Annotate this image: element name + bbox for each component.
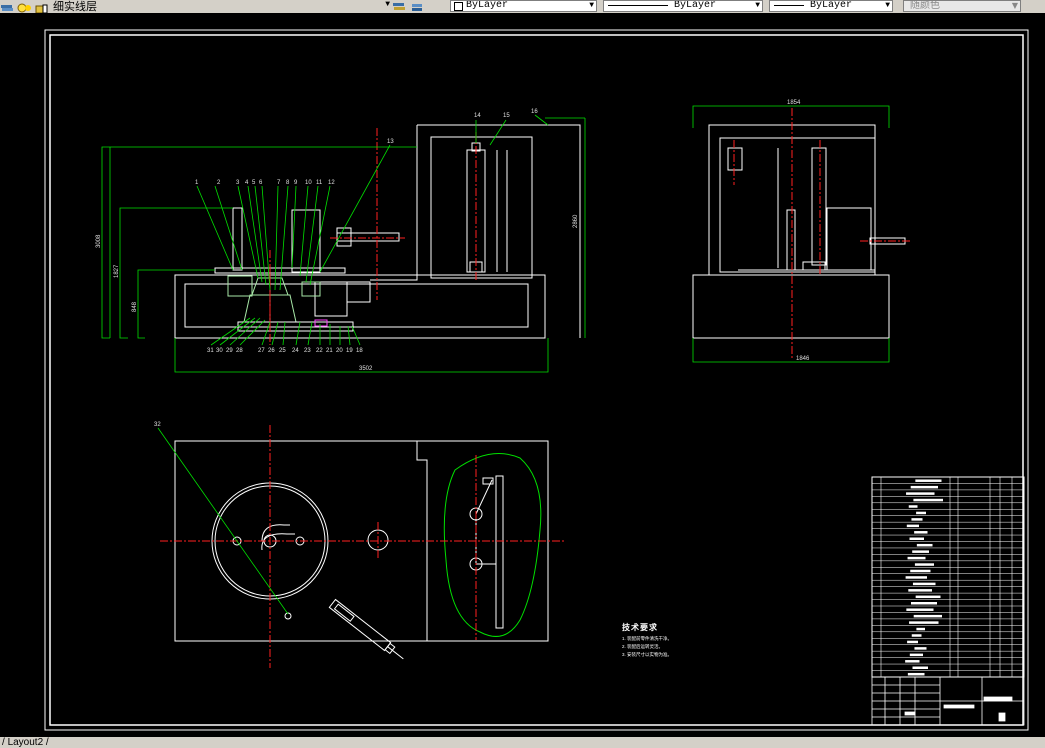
bom-table — [871, 476, 1025, 678]
side-dimension-texts: 1854 1846 — [787, 100, 810, 362]
lineweight-combo[interactable]: ByLayer ▼ — [769, 0, 893, 12]
callout-label: 3 — [236, 180, 240, 186]
plan-view — [174, 440, 549, 660]
technical-requirements: 技术要求 1. 装配前零件清洗干净。 2. 装配后运转灵活。 3. 安装尺寸以实… — [622, 622, 672, 658]
chevron-down-icon: ▼ — [755, 1, 760, 10]
tab-layout2-label: Layout2 — [7, 737, 44, 748]
linetype-combo[interactable]: ByLayer ▼ — [603, 0, 763, 12]
front-callouts-top: 1 2 3 4 5 6 7 8 9 10 11 12 13 14 15 16 — [195, 109, 538, 186]
callout-label: 14 — [474, 113, 481, 119]
callout-label: 22 — [316, 348, 323, 354]
lineweight-combo-value: ByLayer — [810, 0, 853, 11]
side-centerlines — [733, 108, 910, 360]
plan-centerlines — [160, 425, 565, 668]
front-callouts-bottom: 31 30 29 28 27 26 25 24 23 22 21 20 19 1… — [207, 348, 363, 354]
side-view — [692, 124, 906, 339]
dim-side-bottom: 1846 — [796, 356, 810, 362]
callout-label: 27 — [258, 348, 265, 354]
status-bar: / Layout2 / — [0, 737, 1045, 748]
callout-label: 2 — [217, 180, 221, 186]
front-dimensions — [101, 114, 586, 373]
toolbar: 细实线层 ▼ ByLayer ▼ ByLayer ▼ ByLayer ▼ 随颜色 ▼ — [0, 0, 1045, 13]
sheet-border — [44, 29, 1029, 731]
layer-previous-icon[interactable] — [410, 0, 424, 11]
callout-label: 4 — [245, 180, 249, 186]
side-dimensions — [692, 105, 890, 363]
drawing-frame — [49, 34, 1024, 726]
plan-callout: 32 — [154, 422, 161, 428]
callout-label: 18 — [356, 348, 363, 354]
callout-label: 31 — [207, 348, 214, 354]
tech-note: 1. 装配前零件清洗干净。 — [622, 635, 672, 642]
callout-label: 16 — [531, 109, 538, 115]
layer-dropdown-icon[interactable]: ▼ — [382, 0, 392, 12]
color-combo[interactable]: ByLayer ▼ — [450, 0, 597, 12]
color-combo-value: ByLayer — [466, 0, 509, 11]
chevron-down-icon: ▼ — [589, 1, 594, 10]
tech-note: 3. 安装尺寸以实物为准。 — [622, 651, 672, 658]
callout-label: 25 — [279, 348, 286, 354]
tab-layout2[interactable]: / Layout2 / — [2, 737, 49, 748]
chevron-down-icon: ▼ — [1011, 1, 1018, 10]
callout-label: 15 — [503, 113, 510, 119]
callout-label: 24 — [292, 348, 299, 354]
callout-label: 1 — [195, 180, 199, 186]
title-block — [871, 676, 1025, 726]
lock-icon[interactable] — [34, 1, 48, 13]
dim-height-2: 1827 — [114, 264, 120, 278]
dim-side-top: 1854 — [787, 100, 801, 106]
callout-label: 11 — [316, 180, 323, 186]
callout-label: 6 — [259, 180, 263, 186]
callout-label: 26 — [268, 348, 275, 354]
plan-leader — [157, 427, 289, 615]
callout-label: 10 — [305, 180, 312, 186]
callout-label: 28 — [236, 348, 243, 354]
dim-total-width: 3502 — [359, 366, 373, 372]
callout-label: 21 — [326, 348, 333, 354]
plotstyle-combo-value: 随颜色 — [910, 0, 940, 11]
plotstyle-combo[interactable]: 随颜色 ▼ — [903, 0, 1021, 12]
callout-label: 9 — [294, 180, 298, 186]
callout-label: 13 — [387, 139, 394, 145]
callout-label: 29 — [226, 348, 233, 354]
callout-label: 20 — [336, 348, 343, 354]
bulb-icon[interactable] — [17, 1, 31, 13]
tech-note: 2. 装配后运转灵活。 — [622, 643, 663, 650]
dim-height-3: 848 — [132, 301, 138, 312]
tech-title: 技术要求 — [622, 622, 658, 632]
front-centerlines — [269, 128, 477, 345]
dim-height-right: 2860 — [573, 214, 579, 228]
callout-label: 19 — [346, 348, 353, 354]
layer-name[interactable]: 细实线层 — [53, 1, 97, 12]
callout-label: 5 — [252, 180, 256, 186]
drawing-canvas[interactable]: 1 2 3 4 5 6 7 8 9 10 11 12 13 14 15 16 3… — [0, 13, 1045, 737]
make-current-icon[interactable] — [392, 0, 406, 11]
linetype-combo-value: ByLayer — [674, 0, 717, 11]
callout-label: 30 — [216, 348, 223, 354]
chevron-down-icon: ▼ — [885, 1, 890, 10]
callout-label: 8 — [286, 180, 290, 186]
callout-label: 12 — [328, 180, 335, 186]
callout-label: 23 — [304, 348, 311, 354]
drawing-svg: 1 2 3 4 5 6 7 8 9 10 11 12 13 14 15 16 3… — [44, 29, 1029, 731]
layers-icon[interactable] — [0, 1, 14, 12]
toolbar-left: 细实线层 — [0, 0, 97, 13]
callout-label: 7 — [277, 180, 281, 186]
dim-height-1: 3008 — [96, 234, 102, 248]
